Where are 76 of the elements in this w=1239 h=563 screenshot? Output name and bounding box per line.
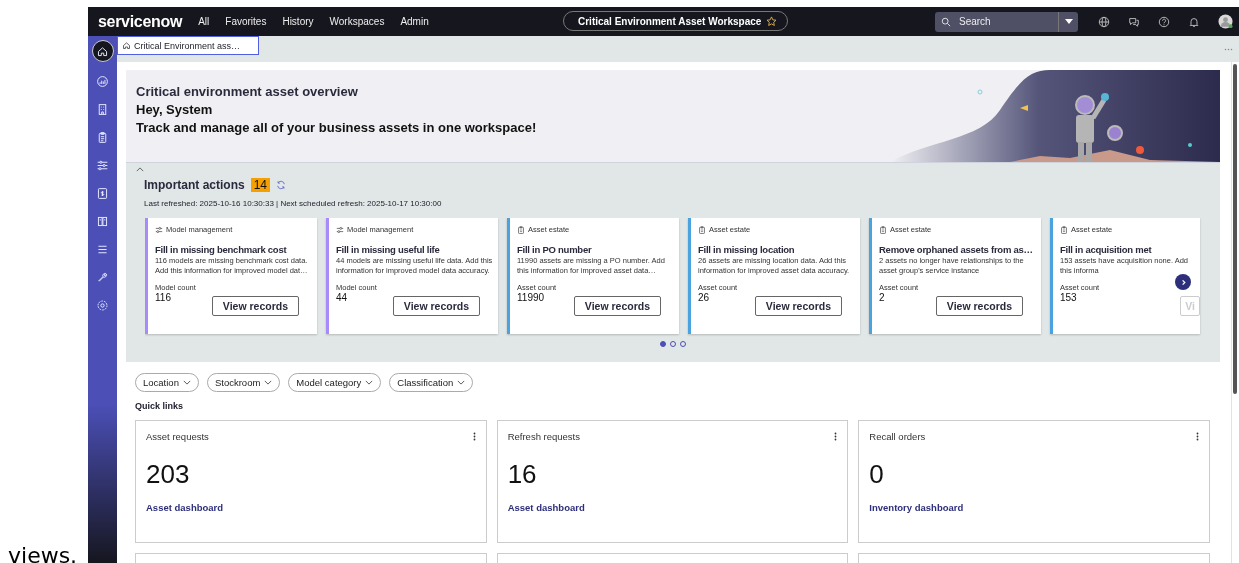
scrollbar-thumb[interactable] (1233, 64, 1237, 394)
section-title: Quick links (135, 401, 185, 411)
nav-menu-item[interactable]: Admin (400, 16, 429, 27)
home-icon (122, 41, 131, 50)
chevron-right-icon (1179, 278, 1187, 286)
workspace-tab[interactable]: Critical Environment ass… (117, 36, 259, 55)
card-title: Remove orphaned assets from as… (879, 243, 1034, 256)
card-title: Fill in acquisition met (1060, 243, 1153, 256)
banner-title: Critical environment asset overview (136, 83, 359, 101)
card-title: Refresh requests (507, 431, 580, 442)
dashboard-link[interactable]: Asset dashboard (146, 502, 224, 513)
view-records-button[interactable]: View records (211, 296, 299, 316)
bell-icon[interactable] (1188, 15, 1200, 28)
chevron-down-icon (365, 380, 374, 385)
filter-dropdown[interactable]: Location (135, 373, 199, 392)
metric-value: 16 (507, 459, 538, 490)
view-records-button[interactable]: View records (392, 296, 480, 316)
globe-icon[interactable] (1098, 15, 1110, 28)
chevron-up-icon[interactable] (136, 167, 144, 172)
search-field[interactable]: Search (935, 11, 1058, 32)
star-icon[interactable] (766, 15, 778, 27)
kebab-menu-icon[interactable] (472, 432, 476, 441)
page-dot[interactable] (660, 341, 666, 347)
search-input[interactable]: Search (957, 15, 1051, 28)
home-icon[interactable] (91, 40, 114, 62)
sliders-icon (336, 225, 344, 234)
filter-dropdown[interactable]: Stockroom (206, 373, 281, 392)
nav-menu-item[interactable]: All (198, 16, 210, 27)
card-title: Recall orders (869, 431, 926, 442)
count-value: 116 (155, 292, 171, 303)
tagline-text: Track and manage all of your business assets in one workspace! (136, 119, 537, 137)
count-value: 11990 (517, 292, 545, 303)
metric-value: 203 (146, 459, 191, 490)
view-records-button[interactable]: View records (573, 296, 661, 316)
dashboard-link[interactable]: Inventory dashboard (869, 502, 964, 513)
kebab-menu-icon[interactable] (834, 432, 838, 441)
view-records-button[interactable]: View records (935, 296, 1023, 316)
caption-text: views. (7, 545, 78, 563)
view-records-button[interactable]: View records (754, 296, 842, 316)
count-value: 44 (336, 292, 348, 303)
filter-dropdown[interactable]: Model category (288, 373, 382, 392)
card-title: Fill in PO number (517, 243, 593, 256)
clipboard-icon (1060, 225, 1068, 234)
section-title: Important actions (144, 178, 245, 192)
filter-dropdown[interactable]: Classification (389, 373, 474, 392)
search-icon (941, 16, 951, 27)
count-value: 153 (1060, 292, 1077, 303)
count-value: 2 (879, 292, 885, 303)
nav-menu-item[interactable]: Favorites (225, 16, 267, 27)
metric-value: 0 (869, 459, 885, 490)
refresh-icon[interactable] (276, 180, 287, 190)
help-icon[interactable] (1158, 15, 1170, 28)
chevron-down-icon (182, 380, 191, 385)
logo-text[interactable]: servicenow (98, 12, 183, 31)
card-title: Fill in missing benchmark cost (155, 243, 288, 256)
chevron-down-icon (457, 380, 466, 385)
card-title: Asset requests (146, 431, 209, 442)
count-value: 26 (698, 292, 710, 303)
nav-menu-item[interactable]: Workspaces (329, 16, 385, 27)
clipboard-icon (698, 225, 706, 234)
sliders-icon (155, 225, 163, 234)
card-title: Fill in missing location (698, 243, 796, 256)
greeting-text: Hey, System (136, 101, 214, 119)
chat-icon[interactable] (1128, 15, 1140, 28)
clipboard-icon (517, 225, 525, 234)
refresh-info-text: Last refreshed: 2025-10-16 10:30:33 | Next scheduled refresh: 2025-10-17 10:30:00 (144, 199, 443, 208)
dashboard-link[interactable]: Asset dashboard (507, 502, 585, 513)
caret-icon (1064, 19, 1073, 24)
nav-menu-item[interactable]: History (282, 16, 314, 27)
chevron-down-icon (264, 380, 273, 385)
card-title: Fill in missing useful life (336, 243, 441, 256)
avatar-icon[interactable] (1218, 14, 1233, 29)
count-badge: 14 (250, 178, 271, 192)
clipboard-icon (879, 225, 887, 234)
search-dropdown-button[interactable] (1058, 11, 1078, 32)
kebab-menu-icon[interactable] (1196, 432, 1199, 441)
